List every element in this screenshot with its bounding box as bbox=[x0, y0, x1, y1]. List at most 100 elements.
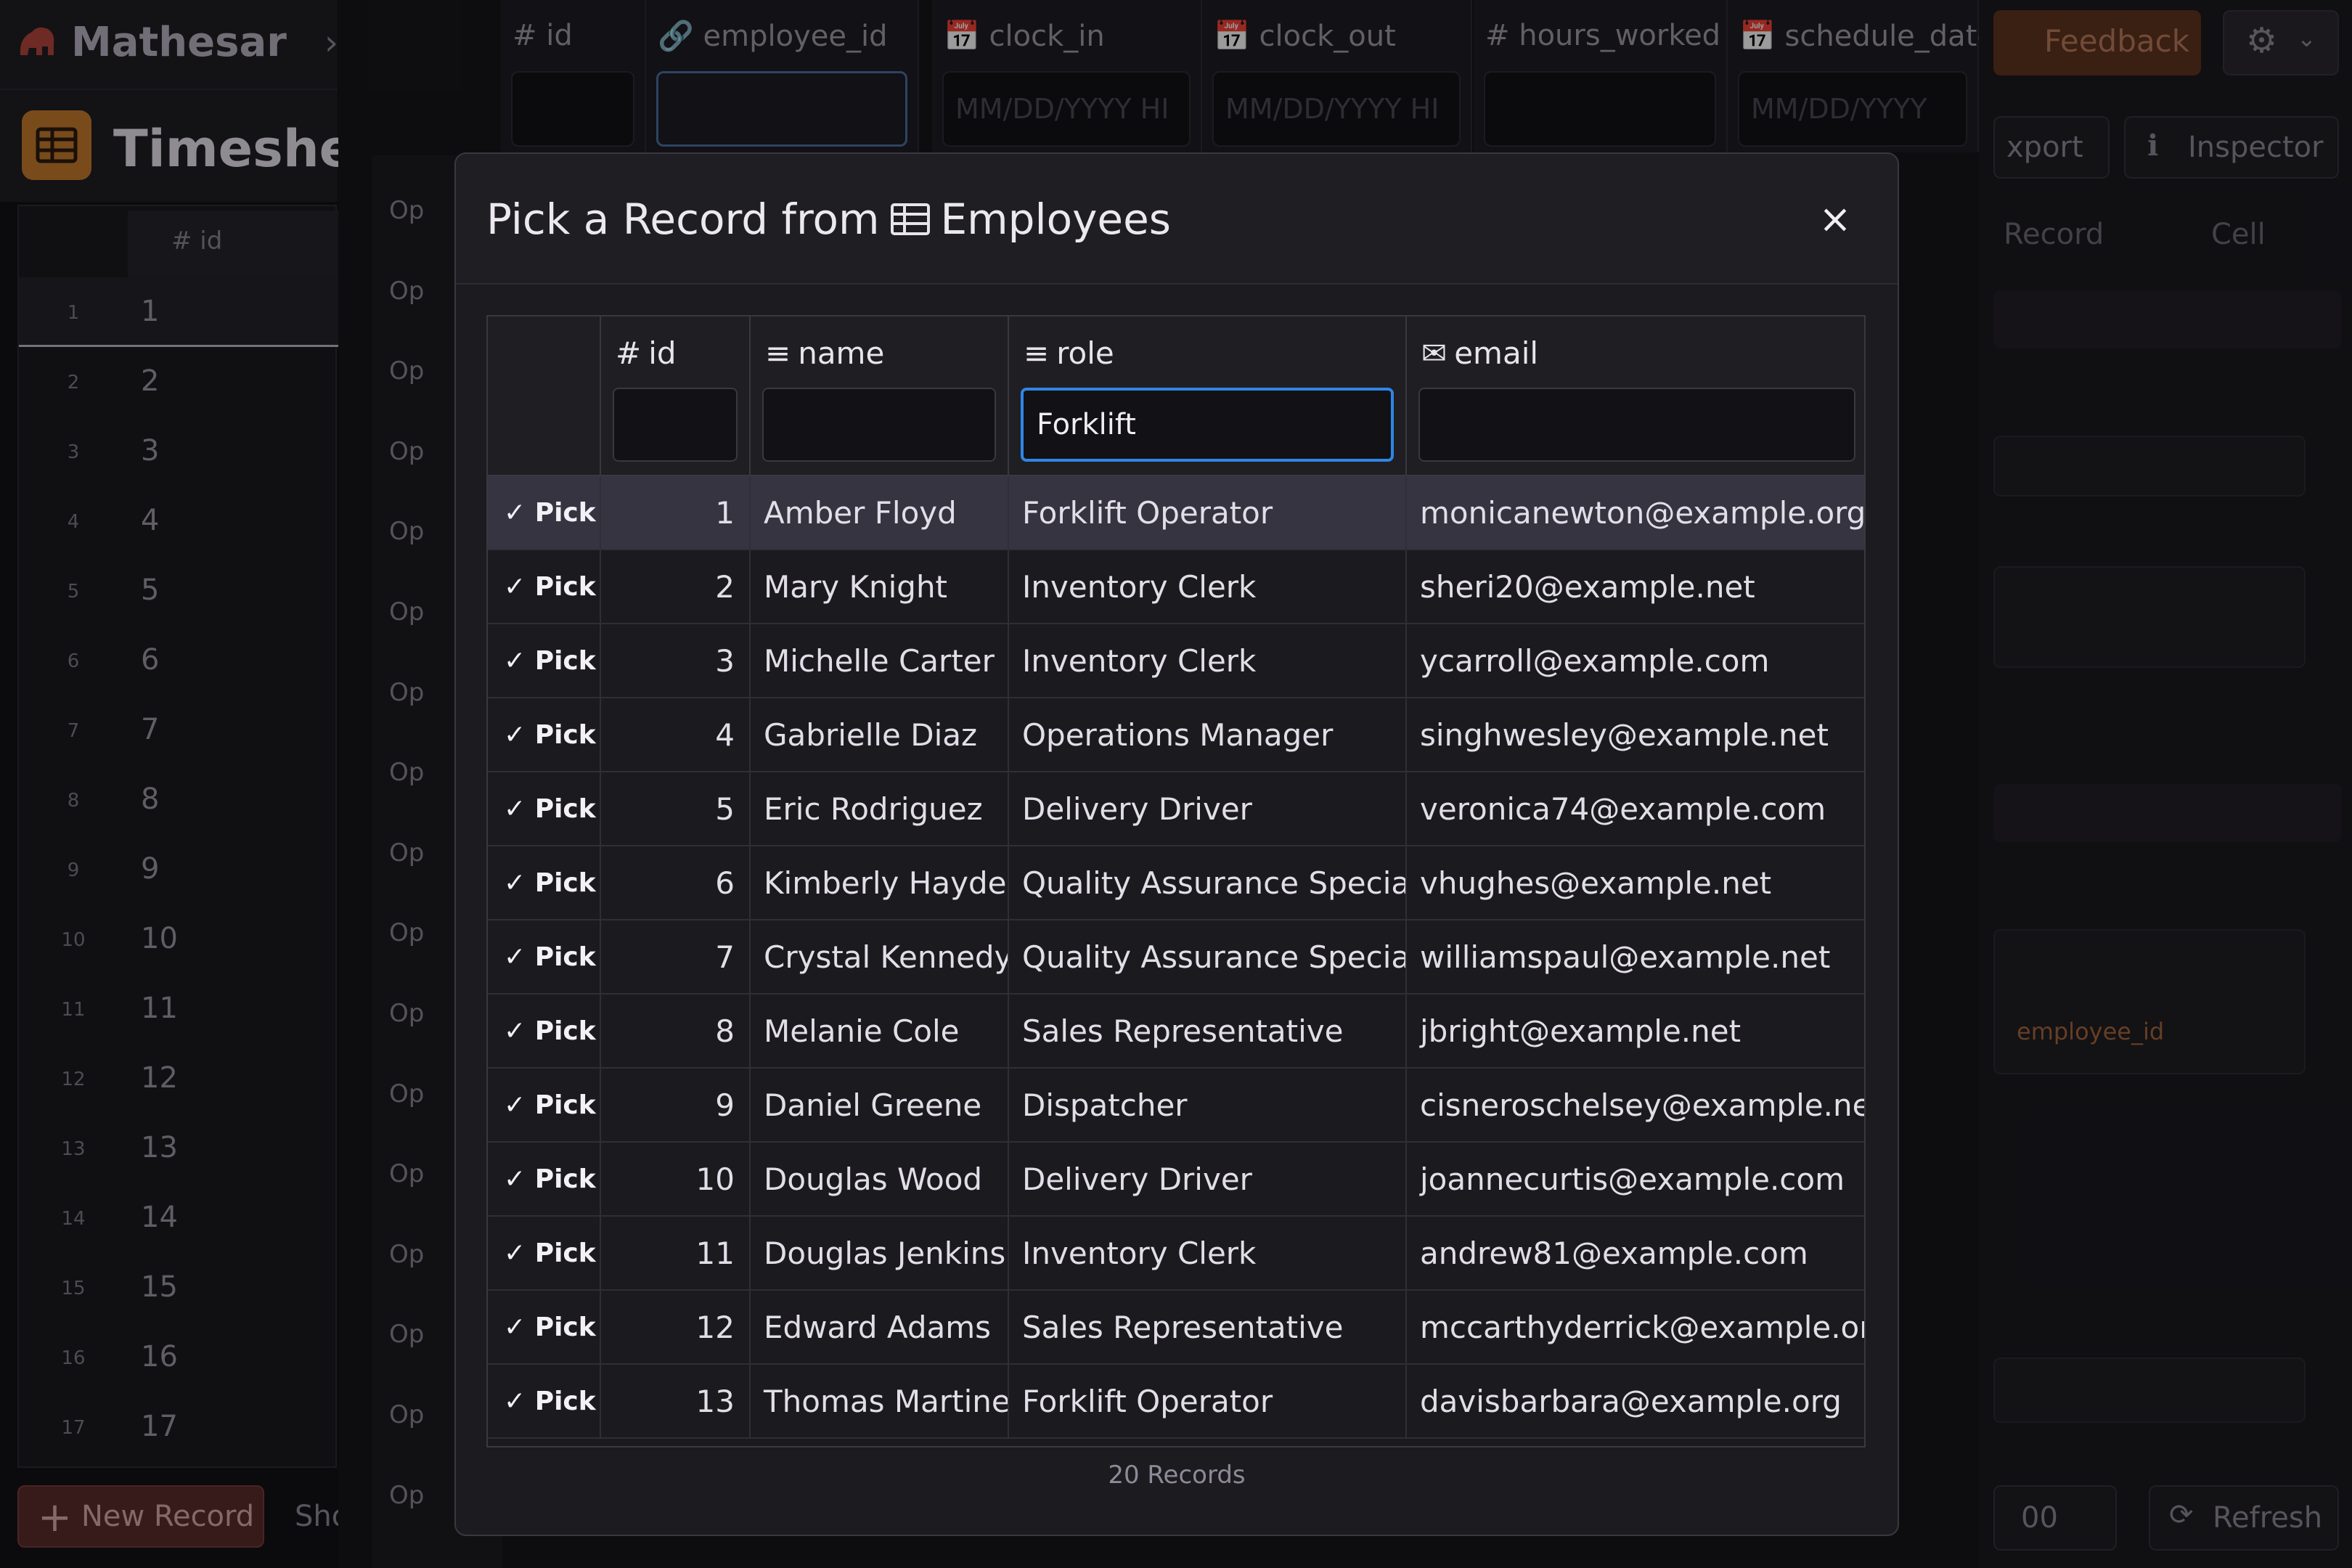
role-cell: Delivery Driver bbox=[1009, 772, 1407, 845]
role-cell: Inventory Clerk bbox=[1009, 624, 1407, 697]
text-icon: ≡ bbox=[765, 335, 791, 371]
name-cell: Amber Floyd bbox=[751, 476, 1009, 549]
id-cell: 6 bbox=[601, 846, 751, 919]
email-cell: joannecurtis@example.com bbox=[1420, 1161, 1845, 1197]
id-cell: 1 bbox=[601, 476, 751, 549]
id-cell: 2 bbox=[601, 550, 751, 623]
email-cell: davisbarbara@example.org bbox=[1420, 1384, 1842, 1419]
name-cell: Crystal Kennedy bbox=[751, 920, 1009, 993]
close-icon[interactable]: × bbox=[1813, 197, 1857, 241]
name-cell: Melanie Cole bbox=[751, 995, 1009, 1067]
table-row[interactable]: ✓ Pick 1 Amber Floyd Forklift Operator monic… bbox=[488, 476, 1864, 550]
name-cell: Edward Adams bbox=[751, 1291, 1009, 1363]
grid-header: # id ≡ name ≡ role Forklift ✉ email bbox=[488, 317, 1864, 476]
id-filter-input[interactable] bbox=[613, 388, 738, 462]
pick-button[interactable]: ✓ Pick bbox=[488, 1365, 601, 1437]
pick-button[interactable]: ✓ Pick bbox=[488, 846, 601, 919]
name-cell: Eric Rodriguez bbox=[751, 772, 1009, 845]
id-cell: 8 bbox=[601, 995, 751, 1067]
email-cell: jbright@example.net bbox=[1420, 1013, 1741, 1049]
email-cell: singhwesley@example.net bbox=[1420, 717, 1829, 753]
email-cell: cisneroschelsey@example.net bbox=[1420, 1087, 1866, 1123]
id-cell: 9 bbox=[601, 1069, 751, 1141]
email-icon: ✉ bbox=[1421, 335, 1447, 371]
check-icon: ✓ bbox=[504, 794, 535, 824]
pick-button[interactable]: ✓ Pick bbox=[488, 476, 601, 549]
record-count: 20 Records bbox=[1108, 1461, 1246, 1490]
role-cell: Inventory Clerk bbox=[1009, 550, 1407, 623]
check-icon: ✓ bbox=[504, 1312, 535, 1342]
column-header-id: # id bbox=[601, 317, 751, 475]
email-cell: monicanewton@example.org bbox=[1420, 495, 1866, 531]
column-header-name: ≡ name bbox=[751, 317, 1009, 475]
check-icon: ✓ bbox=[504, 1164, 535, 1194]
email-cell: sheri20@example.net bbox=[1420, 569, 1755, 605]
check-icon: ✓ bbox=[504, 572, 535, 602]
check-icon: ✓ bbox=[504, 1090, 535, 1120]
check-icon: ✓ bbox=[504, 1238, 535, 1268]
table-row[interactable]: ✓ Pick 7 Crystal Kennedy Quality Assurance … bbox=[488, 920, 1864, 995]
check-icon: ✓ bbox=[504, 868, 535, 898]
text-icon: ≡ bbox=[1024, 335, 1050, 371]
pick-button[interactable]: ✓ Pick bbox=[488, 624, 601, 697]
table-row[interactable]: ✓ Pick 8 Melanie Cole Sales Representative j… bbox=[488, 995, 1864, 1069]
id-cell: 5 bbox=[601, 772, 751, 845]
modal-header: Pick a Record from Employees × bbox=[456, 154, 1898, 285]
table-row[interactable]: ✓ Pick 3 Michelle Carter Inventory Clerk yca… bbox=[488, 624, 1864, 698]
name-cell: Daniel Greene bbox=[751, 1069, 1009, 1141]
column-label: # id bbox=[616, 335, 677, 371]
pick-button[interactable]: ✓ Pick bbox=[488, 1069, 601, 1141]
id-cell: 10 bbox=[601, 1143, 751, 1215]
role-cell: Forklift Operator bbox=[1009, 476, 1407, 549]
table-row[interactable]: ✓ Pick 5 Eric Rodriguez Delivery Driver vero… bbox=[488, 772, 1864, 846]
hash-icon: # bbox=[616, 335, 642, 371]
table-row[interactable]: ✓ Pick 13 Thomas Martinez Forklift Operator… bbox=[488, 1365, 1864, 1439]
record-picker-modal: Pick a Record from Employees × # id ≡ name ≡… bbox=[454, 152, 1899, 1536]
pick-button[interactable]: ✓ Pick bbox=[488, 698, 601, 771]
email-cell: mccarthyderrick@example.org bbox=[1420, 1310, 1866, 1345]
pick-button[interactable]: ✓ Pick bbox=[488, 995, 601, 1067]
name-cell: Thomas Martinez bbox=[751, 1365, 1009, 1437]
check-icon: ✓ bbox=[504, 1016, 535, 1046]
name-cell: Kimberly Hayden bbox=[751, 846, 1009, 919]
pick-button[interactable]: ✓ Pick bbox=[488, 1217, 601, 1289]
role-cell: Quality Assurance Specialist bbox=[1009, 920, 1407, 993]
id-cell: 7 bbox=[601, 920, 751, 993]
id-cell: 12 bbox=[601, 1291, 751, 1363]
pick-button[interactable]: ✓ Pick bbox=[488, 772, 601, 845]
id-cell: 13 bbox=[601, 1365, 751, 1437]
column-label: ≡ role bbox=[1024, 335, 1114, 371]
table-row[interactable]: ✓ Pick 11 Douglas Jenkins Inventory Clerk an… bbox=[488, 1217, 1864, 1291]
table-row[interactable]: ✓ Pick 10 Douglas Wood Delivery Driver joann… bbox=[488, 1143, 1864, 1217]
pick-button[interactable]: ✓ Pick bbox=[488, 1143, 601, 1215]
pick-button[interactable]: ✓ Pick bbox=[488, 1291, 601, 1363]
email-cell: vhughes@example.net bbox=[1420, 865, 1772, 901]
email-cell: williamspaul@example.net bbox=[1420, 939, 1831, 975]
role-filter-input[interactable]: Forklift bbox=[1021, 388, 1394, 462]
id-cell: 3 bbox=[601, 624, 751, 697]
pick-button[interactable]: ✓ Pick bbox=[488, 550, 601, 623]
check-icon: ✓ bbox=[504, 646, 535, 676]
pick-button[interactable]: ✓ Pick bbox=[488, 920, 601, 993]
table-row[interactable]: ✓ Pick 6 Kimberly Hayden Quality Assurance … bbox=[488, 846, 1864, 920]
email-cell: veronica74@example.com bbox=[1420, 791, 1826, 827]
table-row[interactable]: ✓ Pick 9 Daniel Greene Dispatcher cisnerosch… bbox=[488, 1069, 1864, 1143]
role-cell: Sales Representative bbox=[1009, 995, 1407, 1067]
records-grid: # id ≡ name ≡ role Forklift ✉ email ✓ Pick 1 Amber… bbox=[486, 315, 1866, 1447]
table-row[interactable]: ✓ Pick 4 Gabrielle Diaz Operations Manager s… bbox=[488, 698, 1864, 772]
table-row[interactable]: ✓ Pick 2 Mary Knight Inventory Clerk sheri20… bbox=[488, 550, 1864, 624]
role-cell: Inventory Clerk bbox=[1009, 1217, 1407, 1289]
role-cell: Delivery Driver bbox=[1009, 1143, 1407, 1215]
column-header-role: ≡ role Forklift bbox=[1009, 317, 1407, 475]
name-filter-input[interactable] bbox=[762, 388, 996, 462]
modal-title: Pick a Record from Employees bbox=[486, 195, 1171, 244]
role-cell: Operations Manager bbox=[1009, 698, 1407, 771]
id-cell: 11 bbox=[601, 1217, 751, 1289]
table-row[interactable]: ✓ Pick 12 Edward Adams Sales Representative… bbox=[488, 1291, 1864, 1365]
column-header-email: ✉ email bbox=[1407, 317, 1864, 475]
email-cell: ycarroll@example.com bbox=[1420, 643, 1770, 679]
name-cell: Douglas Wood bbox=[751, 1143, 1009, 1215]
email-filter-input[interactable] bbox=[1418, 388, 1855, 462]
role-cell: Quality Assurance Specialist bbox=[1009, 846, 1407, 919]
column-label: ✉ email bbox=[1421, 335, 1539, 371]
